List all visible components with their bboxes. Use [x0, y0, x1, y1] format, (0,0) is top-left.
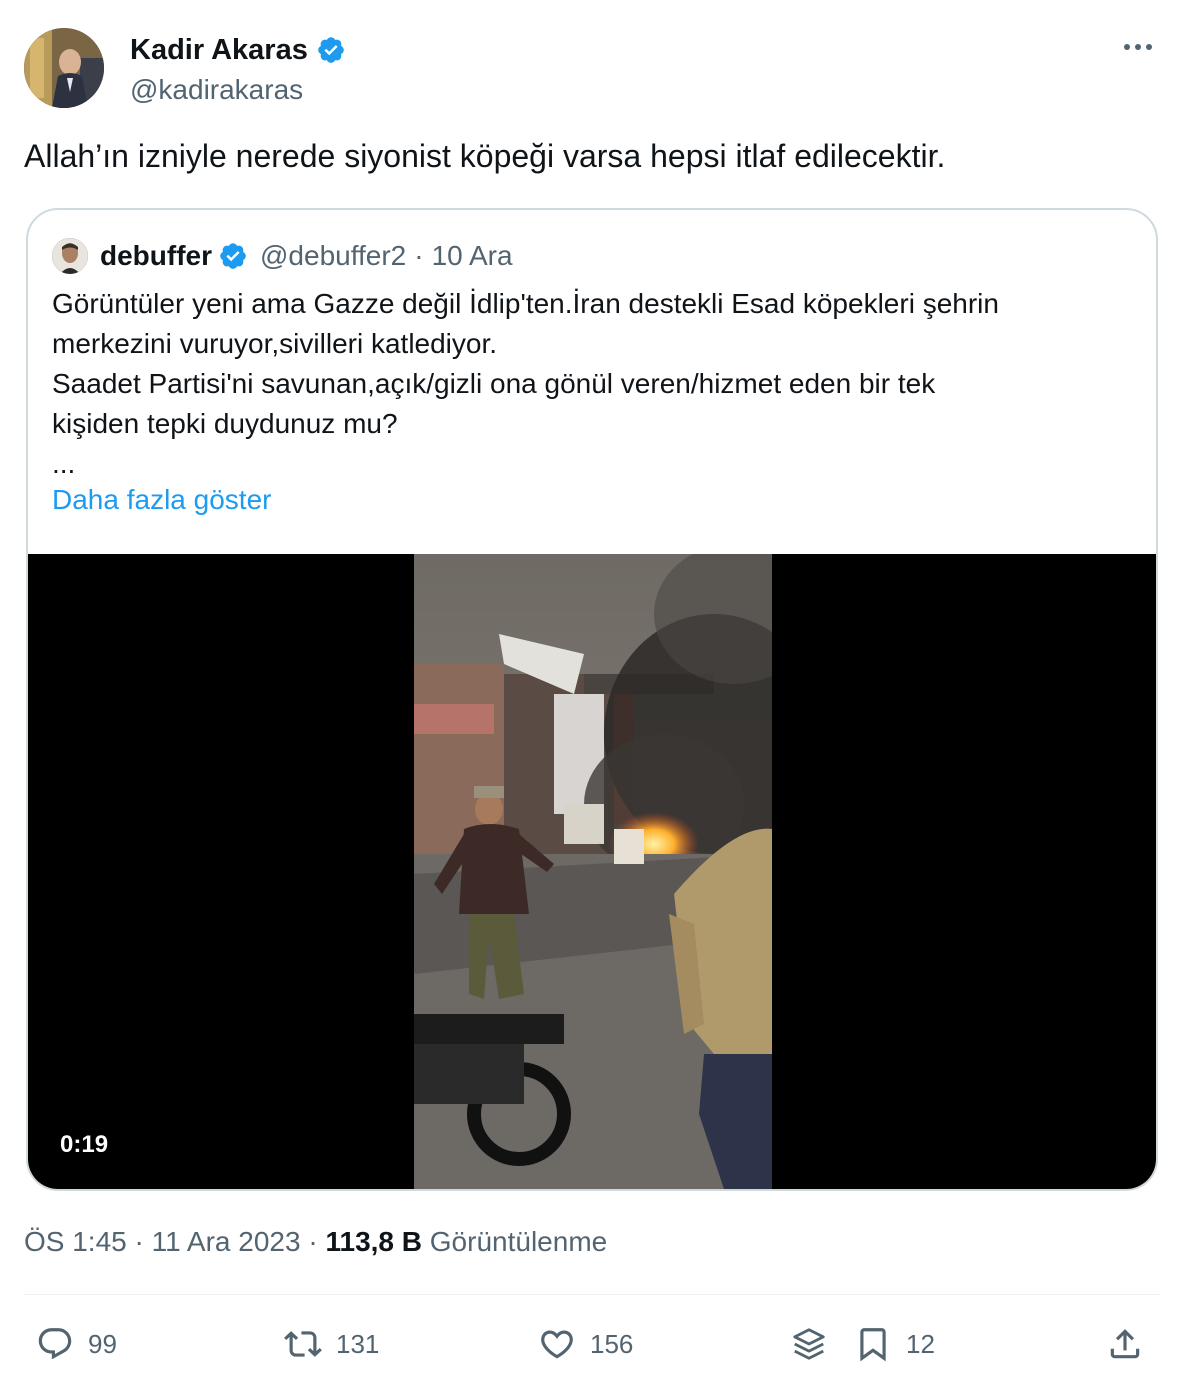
divider [24, 1294, 1160, 1295]
heart-icon [541, 1330, 573, 1359]
author-handle[interactable]: @kadirakaras [130, 74, 346, 106]
separator-dot: · [134, 1226, 144, 1257]
video-frame [414, 554, 772, 1189]
bookmark-count: 12 [906, 1328, 935, 1359]
action-bar: 99 131 156 12 [24, 1316, 1160, 1372]
separator-dot: · [414, 240, 424, 271]
quoted-author-avatar [52, 238, 88, 274]
quoted-author-handle: @debuffer2 [260, 240, 407, 271]
quoted-text-line: Saadet Partisi'ni savunan,açık/gizli ona… [52, 368, 936, 399]
quoted-date[interactable]: 10 Ara [432, 240, 513, 272]
layers-icon [793, 1328, 825, 1360]
quoted-tweet-header: debuffer @debuffer2 · 10 Ara [52, 238, 513, 274]
share-icon [1110, 1329, 1140, 1359]
author-info: Kadir Akaras @kadirakaras [130, 32, 346, 106]
quoted-tweet-text: Görüntüler yeni ama Gazze değil İdlip'te… [52, 284, 1132, 484]
quoted-text-line: merkezini vuruyor,sivilleri katlediyor. [52, 328, 498, 359]
quoted-text-line: Görüntüler yeni ama Gazze değil İdlip'te… [52, 288, 999, 319]
avatar-image [24, 28, 104, 108]
quoted-text-line: kişiden tepki duydunuz mu? [52, 408, 398, 439]
quoted-author-name[interactable]: debuffer [100, 240, 212, 272]
reply-icon [38, 1328, 72, 1360]
show-more-link[interactable]: Daha fazla göster [52, 484, 271, 516]
video-duration: 0:19 [52, 1127, 117, 1163]
like-count: 156 [590, 1328, 634, 1359]
share-button[interactable] [1106, 1316, 1144, 1372]
verified-badge-icon [318, 37, 344, 63]
author-avatar[interactable] [24, 28, 104, 108]
views-count: 113,8 B [325, 1226, 422, 1257]
reply-button[interactable]: 99 [36, 1316, 117, 1372]
tweet-header: Kadir Akaras @kadirakaras [24, 26, 1160, 110]
more-horizontal-icon[interactable] [1116, 32, 1160, 62]
tweet-date[interactable]: 11 Ara 2023 [152, 1226, 301, 1257]
views-label: Görüntülenme [429, 1226, 608, 1257]
layers-button[interactable] [790, 1316, 828, 1372]
separator-dot: · [308, 1226, 318, 1257]
retweet-icon [284, 1331, 322, 1357]
bookmark-button[interactable]: 12 [854, 1316, 935, 1372]
retweet-button[interactable]: 131 [284, 1316, 379, 1372]
tweet-text: Allah’ın izniyle nerede siyonist köpeği … [24, 138, 946, 174]
verified-badge-icon [220, 243, 246, 269]
quoted-avatar-image [52, 238, 88, 274]
quoted-tweet[interactable]: debuffer @debuffer2 · 10 Ara Görüntüler … [26, 208, 1158, 1191]
tweet-meta: ÖS 1:45 · 11 Ara 2023 · 113,8 B Görüntül… [24, 1226, 607, 1258]
quoted-text-ellipsis: ... [52, 448, 76, 479]
reply-count: 99 [88, 1328, 117, 1359]
like-button[interactable]: 156 [538, 1316, 633, 1372]
tweet-time[interactable]: ÖS 1:45 [24, 1226, 127, 1257]
retweet-count: 131 [336, 1328, 380, 1359]
bookmark-icon [860, 1328, 886, 1362]
author-name[interactable]: Kadir Akaras [130, 34, 308, 67]
video-player[interactable]: 0:19 [28, 554, 1156, 1189]
